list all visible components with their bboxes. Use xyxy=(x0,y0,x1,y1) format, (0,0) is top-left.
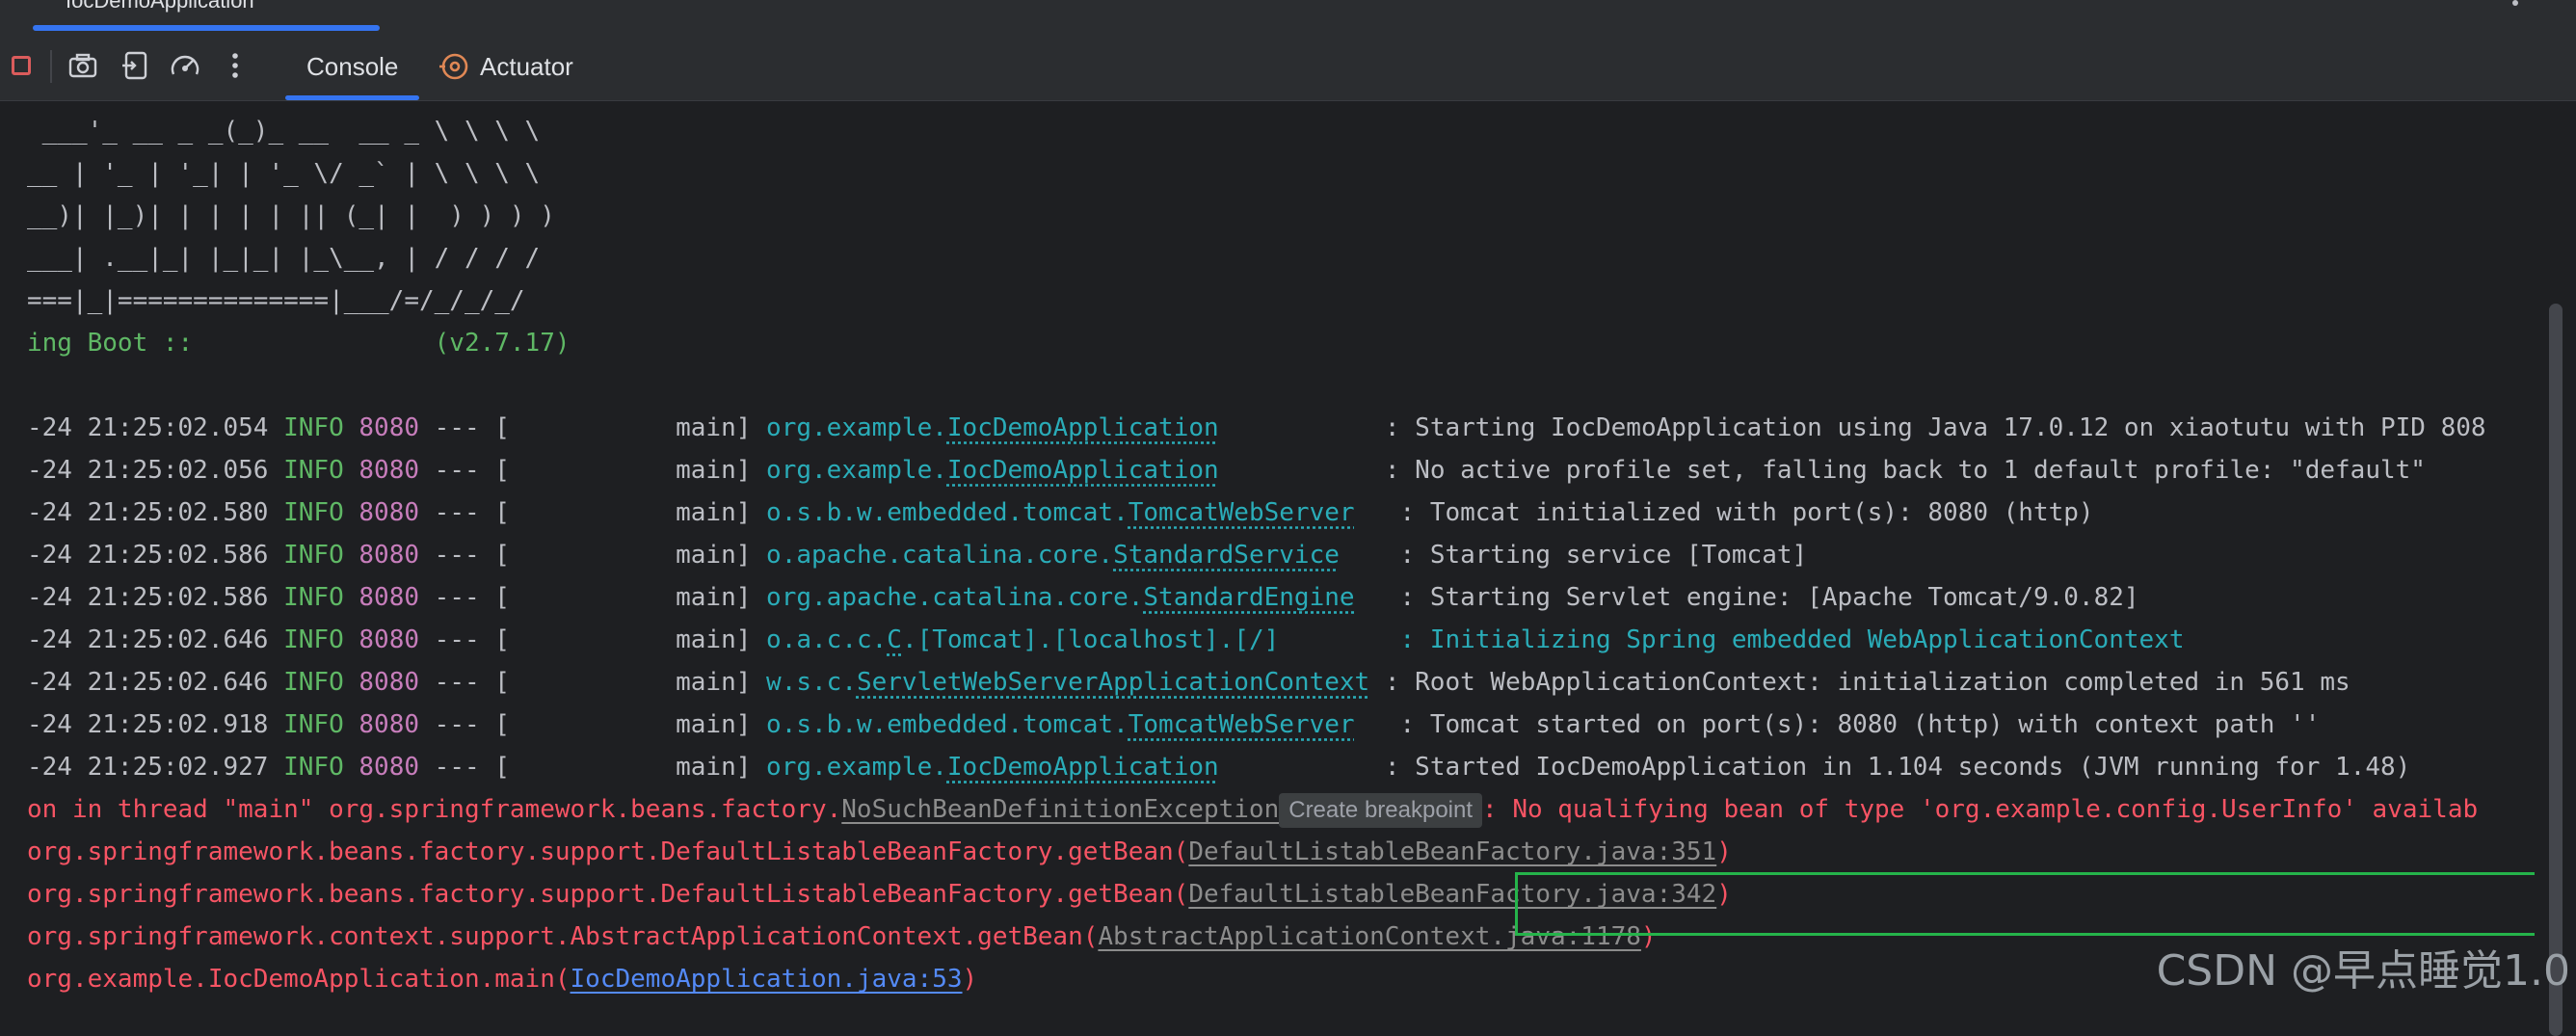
banner-line: __)| |_)| | | | | || (_| | ) ) ) ) xyxy=(27,195,555,237)
logger-class-link[interactable]: TomcatWebServer xyxy=(1129,710,1355,739)
stack-trace-line: org.springframework.context.support.Abst… xyxy=(27,916,1657,958)
tab-actuator[interactable]: Actuator xyxy=(439,33,573,100)
more-options-icon[interactable] xyxy=(216,46,254,85)
stack-trace-line: org.springframework.beans.factory.suppor… xyxy=(27,873,1732,916)
console-output[interactable]: ___'_ __ _ _(_)_ __ __ _ \ \ \ \ __ | '_… xyxy=(0,101,2535,1011)
more-options-icon[interactable] xyxy=(2512,0,2518,6)
source-link[interactable]: IocDemoApplication.java:53 xyxy=(571,965,963,994)
stop-icon[interactable] xyxy=(2,46,40,85)
run-config-tab-label: IocDemoApplication xyxy=(66,0,254,13)
restore-layout-icon[interactable] xyxy=(116,46,154,85)
speed-gauge-icon[interactable] xyxy=(166,46,204,85)
log-line: -24 21:25:02.056 INFO 8080 --- [ main] o… xyxy=(27,449,2426,491)
logger-class-link[interactable]: ServletWebServerApplicationContext xyxy=(857,668,1369,697)
tab-console[interactable]: Console xyxy=(285,33,419,100)
console-toolbar: Console Actuator xyxy=(0,33,2576,101)
log-line: -24 21:25:02.646 INFO 8080 --- [ main] o… xyxy=(27,619,2184,661)
csdn-watermark: CSDN @早点睡觉1.0 xyxy=(2157,936,2570,997)
logger-class-link[interactable]: IocDemoApplication xyxy=(947,413,1219,442)
exception-message: : No qualifying bean of type 'org.exampl… xyxy=(1482,795,2478,824)
highlight-annotation-box xyxy=(1515,872,2535,936)
stack-trace-line: org.example.IocDemoApplication.main(IocD… xyxy=(27,958,977,1000)
logger-class-link[interactable]: StandardService xyxy=(1113,541,1340,570)
camera-icon[interactable] xyxy=(64,46,102,85)
stack-trace-line: org.springframework.beans.factory.suppor… xyxy=(27,831,1732,873)
tab-console-label: Console xyxy=(306,52,398,82)
toolbar-divider xyxy=(50,50,52,83)
logger-class-link[interactable]: C xyxy=(887,625,902,654)
log-line: -24 21:25:02.646 INFO 8080 --- [ main] w… xyxy=(27,661,2350,704)
logger-class-link[interactable]: StandardEngine xyxy=(1143,583,1354,612)
banner-line: ===|_|==============|___/=/_/_/_/ xyxy=(27,279,525,322)
spring-boot-version-line: ing Boot :: (v2.7.17) xyxy=(27,322,571,364)
log-line: -24 21:25:02.927 INFO 8080 --- [ main] o… xyxy=(27,746,2410,788)
banner-line: ___| .__|_| |_|_| |_\__, | / / / / xyxy=(27,237,540,279)
logger-class-link[interactable]: TomcatWebServer xyxy=(1129,498,1355,527)
logger-class-link[interactable]: IocDemoApplication xyxy=(947,753,1219,782)
log-line: -24 21:25:02.918 INFO 8080 --- [ main] o… xyxy=(27,704,2320,746)
logger-class-link[interactable]: IocDemoApplication xyxy=(947,456,1219,485)
vertical-scrollbar[interactable] xyxy=(2535,101,2576,1011)
actuator-icon xyxy=(439,51,470,82)
log-line: -24 21:25:02.586 INFO 8080 --- [ main] o… xyxy=(27,534,1807,576)
source-link[interactable]: DefaultListableBeanFactory.java:351 xyxy=(1188,837,1716,866)
banner-line: ___'_ __ _ _(_)_ __ __ _ \ \ \ \ xyxy=(27,110,540,152)
log-line: -24 21:25:02.054 INFO 8080 --- [ main] o… xyxy=(27,407,2486,449)
tab-actuator-label: Actuator xyxy=(480,52,573,82)
exception-class-link[interactable]: NoSuchBeanDefinitionException xyxy=(841,795,1279,824)
exception-line: on in thread "main" org.springframework.… xyxy=(27,788,2478,831)
log-line: -24 21:25:02.586 INFO 8080 --- [ main] o… xyxy=(27,576,2139,619)
log-line: -24 21:25:02.580 INFO 8080 --- [ main] o… xyxy=(27,491,2094,534)
create-breakpoint-tooltip[interactable]: Create breakpoint xyxy=(1279,793,1482,828)
run-tool-window-header: IocDemoApplication xyxy=(0,0,2576,34)
banner-line: __ | '_ | '_| | '_ \/ _` | \ \ \ \ xyxy=(27,152,540,195)
scrollbar-thumb[interactable] xyxy=(2549,304,2563,1036)
run-tab-indicator xyxy=(33,25,380,31)
